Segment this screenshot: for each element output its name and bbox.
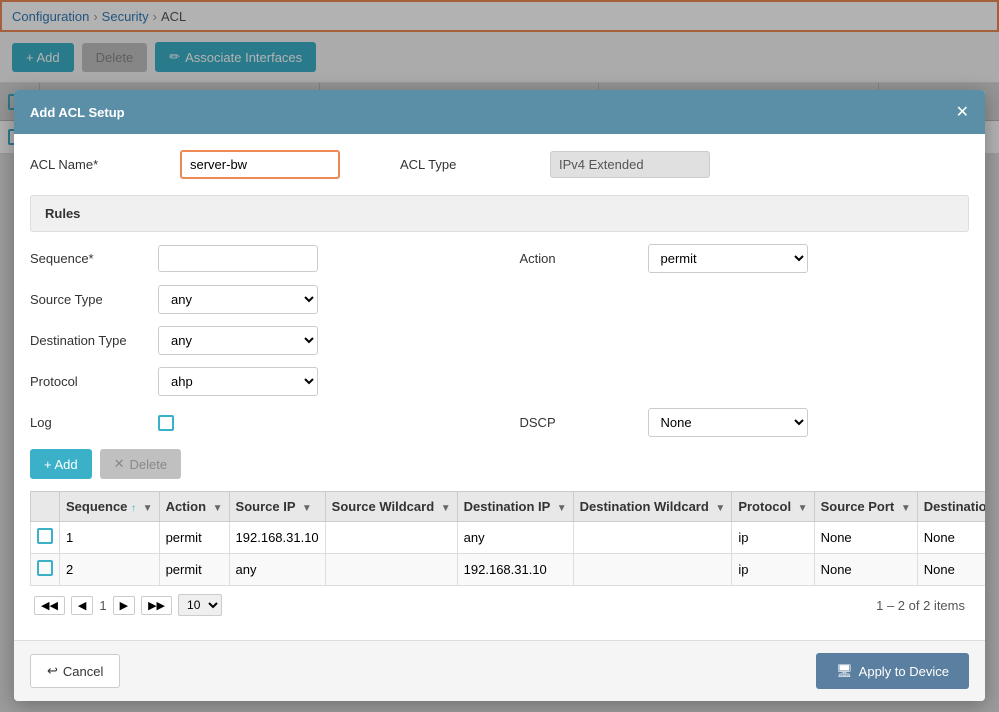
acl-name-input[interactable] xyxy=(180,150,340,179)
modal-header: Add ACL Setup ✕ xyxy=(14,90,985,134)
row2-dst-ip: 192.168.31.10 xyxy=(457,554,573,586)
next-page-button[interactable]: ▶ xyxy=(113,596,135,615)
th-protocol: Protocol ▼ xyxy=(732,492,814,522)
sequence-input[interactable] xyxy=(158,245,318,272)
action-filter-icon[interactable]: ▼ xyxy=(213,503,223,514)
cancel-button[interactable]: ↩ Cancel xyxy=(30,654,120,688)
modal-body: ACL Name* ACL Type IPv4 Extended Rules S… xyxy=(14,134,985,640)
row2-dst-wild xyxy=(573,554,732,586)
undo-icon: ↩ xyxy=(47,663,58,679)
dscp-field: DSCP None AF11 AF12 xyxy=(520,408,970,437)
pagination: ◀◀ ◀ 1 ▶ ▶▶ 10 25 50 1 – 2 of 2 items xyxy=(30,586,969,624)
inner-add-button[interactable]: + Add xyxy=(30,449,92,479)
row2-checkbox-cell xyxy=(31,554,60,586)
inner-delete-button[interactable]: ✕ Delete xyxy=(100,449,181,479)
action-field: Action permit deny xyxy=(520,244,970,273)
row2-src-wild xyxy=(325,554,457,586)
srcwild-filter-icon[interactable]: ▼ xyxy=(441,503,451,514)
log-label: Log xyxy=(30,415,150,430)
acl-type-label: ACL Type xyxy=(400,157,530,172)
row2-checkbox[interactable] xyxy=(37,560,53,576)
inner-toolbar: + Add ✕ Delete xyxy=(30,449,969,479)
current-page: 1 xyxy=(99,598,106,613)
th-sequence: Sequence ↑ ▼ xyxy=(60,492,160,522)
th-source-port: Source Port ▼ xyxy=(814,492,917,522)
th-source-wildcard: Source Wildcard ▼ xyxy=(325,492,457,522)
add-acl-modal: Add ACL Setup ✕ ACL Name* ACL Type IPv4 … xyxy=(14,90,985,701)
row2-proto: ip xyxy=(732,554,814,586)
dstip-filter-icon[interactable]: ▼ xyxy=(557,503,567,514)
row1-dst-port: None xyxy=(917,522,985,554)
modal-title: Add ACL Setup xyxy=(30,105,125,120)
srcip-filter-icon[interactable]: ▼ xyxy=(302,503,312,514)
dest-type-field: Destination Type any host network xyxy=(30,326,480,355)
dstwild-filter-icon[interactable]: ▼ xyxy=(715,503,725,514)
row2-action: permit xyxy=(159,554,229,586)
row2-dst-port: None xyxy=(917,554,985,586)
action-label: Action xyxy=(520,251,640,266)
row1-dst-wild xyxy=(573,522,732,554)
th-dest-port: Destination Port ▼ xyxy=(917,492,985,522)
dscp-select[interactable]: None AF11 AF12 xyxy=(648,408,808,437)
srcport-filter-icon[interactable]: ▼ xyxy=(901,503,911,514)
dest-type-select[interactable]: any host network xyxy=(158,326,318,355)
log-checkbox[interactable] xyxy=(158,415,174,431)
proto-filter-icon[interactable]: ▼ xyxy=(798,503,808,514)
th-dest-wildcard: Destination Wildcard ▼ xyxy=(573,492,732,522)
row2-src-ip: any xyxy=(229,554,325,586)
protocol-select[interactable]: ahp ip tcp udp icmp xyxy=(158,367,318,396)
sequence-field: Sequence* xyxy=(30,244,480,273)
row1-checkbox-cell xyxy=(31,522,60,554)
prev-page-button[interactable]: ◀ xyxy=(71,596,93,615)
source-type-label: Source Type xyxy=(30,292,150,307)
row2-src-port: None xyxy=(814,554,917,586)
protocol-label: Protocol xyxy=(30,374,150,389)
seq-filter-icon[interactable]: ▼ xyxy=(143,503,153,514)
row1-src-port: None xyxy=(814,522,917,554)
row1-seq: 1 xyxy=(60,522,160,554)
th-dest-ip: Destination IP ▼ xyxy=(457,492,573,522)
row1-proto: ip xyxy=(732,522,814,554)
row1-dst-ip: any xyxy=(457,522,573,554)
row1-src-ip: 192.168.31.10 xyxy=(229,522,325,554)
th-action: Action ▼ xyxy=(159,492,229,522)
row2-seq: 2 xyxy=(60,554,160,586)
x-icon: ✕ xyxy=(114,456,125,472)
device-icon: 🖥 xyxy=(836,663,853,679)
row1-action: permit xyxy=(159,522,229,554)
acl-name-label: ACL Name* xyxy=(30,157,160,172)
apply-to-device-button[interactable]: 🖥 Apply to Device xyxy=(816,653,969,689)
th-checkbox xyxy=(31,492,60,522)
action-select[interactable]: permit deny xyxy=(648,244,808,273)
last-page-button[interactable]: ▶▶ xyxy=(141,596,172,615)
acl-type-value: IPv4 Extended xyxy=(550,151,710,178)
first-page-button[interactable]: ◀◀ xyxy=(34,596,65,615)
dscp-label: DSCP xyxy=(520,415,640,430)
modal-footer: ↩ Cancel 🖥 Apply to Device xyxy=(14,640,985,701)
pagination-summary: 1 – 2 of 2 items xyxy=(876,598,965,613)
sort-up-icon: ↑ xyxy=(131,503,136,514)
sequence-label: Sequence* xyxy=(30,251,150,266)
protocol-field: Protocol ahp ip tcp udp icmp xyxy=(30,367,480,396)
acl-name-row: ACL Name* ACL Type IPv4 Extended xyxy=(30,150,969,179)
th-source-ip: Source IP ▼ xyxy=(229,492,325,522)
source-type-select[interactable]: any host network xyxy=(158,285,318,314)
rules-section: Rules xyxy=(30,195,969,232)
dest-type-label: Destination Type xyxy=(30,333,150,348)
row1-src-wild xyxy=(325,522,457,554)
pagination-controls: ◀◀ ◀ 1 ▶ ▶▶ 10 25 50 xyxy=(34,594,222,616)
per-page-select[interactable]: 10 25 50 xyxy=(178,594,222,616)
form-grid: Sequence* Action permit deny Source Type… xyxy=(30,244,969,437)
log-field: Log xyxy=(30,408,480,437)
source-type-field: Source Type any host network xyxy=(30,285,480,314)
row1-checkbox[interactable] xyxy=(37,528,53,544)
modal-close-button[interactable]: ✕ xyxy=(956,102,969,122)
table-row: 1 permit 192.168.31.10 any ip None None … xyxy=(31,522,986,554)
table-row: 2 permit any 192.168.31.10 ip None None … xyxy=(31,554,986,586)
acl-rules-table: Sequence ↑ ▼ Action ▼ Source IP ▼ Source… xyxy=(30,491,985,586)
